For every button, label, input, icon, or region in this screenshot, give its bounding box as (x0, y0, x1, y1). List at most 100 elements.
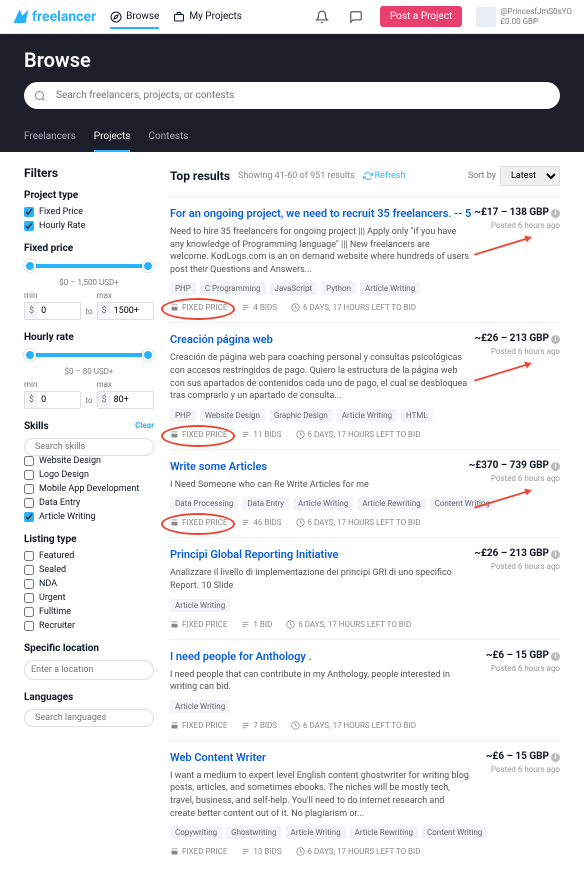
listing-fulltime[interactable]: Fulltime (24, 607, 154, 617)
nav-myprojects[interactable]: My Projects (173, 11, 242, 23)
posted-time: Posted 6 hours ago (491, 221, 560, 230)
skill-data entry[interactable]: Data Entry (24, 498, 154, 508)
tag[interactable]: PHP (170, 409, 196, 422)
tag[interactable]: Content Writing (422, 826, 487, 839)
project-card[interactable]: Web Content Writer ~£6 – 15 GBPi Posted … (170, 740, 560, 866)
listing-sealed[interactable]: Sealed (24, 565, 154, 575)
location-input[interactable] (24, 660, 154, 680)
chk-fixed[interactable]: Fixed Price (24, 207, 154, 217)
project-price: ~£6 – 15 GBPi (486, 650, 560, 661)
posted-time: Posted 6 hours ago (491, 562, 560, 571)
project-card[interactable]: Write some Articles ~£370 – 739 GBPi Pos… (170, 449, 560, 538)
info-icon[interactable]: i (551, 209, 560, 218)
listing-featured[interactable]: Featured (24, 551, 154, 561)
skill-logo design[interactable]: Logo Design (24, 470, 154, 480)
time-left: 6 DAYS, 17 HOURS LEFT TO BID (291, 721, 416, 730)
fixed-max-input[interactable] (111, 303, 153, 319)
listing-nda[interactable]: NDA (24, 579, 154, 589)
skills-search[interactable] (24, 438, 154, 456)
tab-contests[interactable]: Contests (148, 123, 188, 152)
bell-icon[interactable] (312, 7, 332, 27)
tag[interactable]: Article Writing (360, 282, 420, 295)
hourly-min-input[interactable] (38, 392, 80, 408)
bids-count: 11 BIDS (241, 430, 281, 439)
info-icon[interactable]: i (551, 462, 560, 471)
info-icon[interactable]: i (551, 335, 560, 344)
tag[interactable]: Copywriting (170, 826, 222, 839)
tag[interactable]: Ghostwriting (226, 826, 281, 839)
hourly-max-input[interactable] (111, 392, 153, 408)
tag[interactable]: Article Writing (170, 599, 230, 612)
page-title: Browse (24, 48, 560, 72)
info-icon[interactable]: i (551, 652, 560, 661)
tag[interactable]: Website Design (200, 409, 265, 422)
project-price: ~£6 – 15 GBPi (486, 751, 560, 762)
logo[interactable]: freelancer (12, 8, 96, 26)
post-project-button[interactable]: Post a Project (380, 6, 462, 27)
nav-browse[interactable]: Browse (110, 11, 159, 29)
time-left: 6 DAYS, 17 HOURS LEFT TO BID (296, 847, 421, 856)
skill-mobile app development[interactable]: Mobile App Development (24, 484, 154, 494)
tag[interactable]: Article Rewriting (350, 826, 418, 839)
hourly-slider[interactable] (28, 353, 150, 357)
listing-recruiter[interactable]: Recruiter (24, 621, 154, 631)
tag[interactable]: Data Processing (170, 497, 238, 510)
project-card[interactable]: For an ongoing project, we need to recru… (170, 196, 560, 322)
user-menu[interactable]: @PrincesfJmS0sYO £0.00 GBP (476, 7, 572, 27)
tag[interactable]: Article Writing (293, 497, 353, 510)
price-type: FIXED PRICE (170, 721, 227, 730)
hero: Browse (0, 34, 584, 123)
price-type: FIXED PRICE (170, 847, 227, 856)
search-bar[interactable] (24, 82, 560, 109)
time-left: 6 DAYS, 17 HOURS LEFT TO BID (296, 518, 421, 527)
filters-panel: Filters Project type Fixed Price Hourly … (24, 166, 154, 866)
project-card[interactable]: I need people for Anthology . ~£6 – 15 G… (170, 639, 560, 740)
project-price: ~£26 – 213 GBPi (474, 333, 560, 344)
time-left: 6 DAYS, 17 HOURS LEFT TO BID (296, 430, 421, 439)
tag[interactable]: Graphic Design (269, 409, 333, 422)
fixed-min-input[interactable] (38, 303, 80, 319)
tag[interactable]: Article Writing (285, 826, 345, 839)
bids-count: 7 BIDS (241, 721, 277, 730)
project-price: ~£370 – 739 GBPi (469, 460, 560, 471)
search-input[interactable] (52, 86, 550, 105)
posted-time: Posted 6 hours ago (491, 765, 560, 774)
chat-icon[interactable] (346, 7, 366, 27)
chk-hourly[interactable]: Hourly Rate (24, 221, 154, 231)
tag[interactable]: Content Writing (430, 497, 495, 510)
tag[interactable]: Article Writing (337, 409, 397, 422)
tag[interactable]: JavaScript (270, 282, 318, 295)
skill-website design[interactable]: Website Design (24, 456, 154, 466)
info-icon[interactable]: i (551, 550, 560, 559)
tab-projects[interactable]: Projects (94, 123, 131, 152)
project-card[interactable]: Principi Global Reporting Initiative ~£2… (170, 537, 560, 638)
project-desc: I want a medium to expert level English … (170, 770, 560, 820)
refresh-button[interactable]: Refresh (363, 171, 406, 181)
lang-search[interactable] (24, 709, 154, 727)
tag[interactable]: Article Rewriting (357, 497, 425, 510)
tag[interactable]: Python (321, 282, 356, 295)
results: Top results Showing 41-60 of 951 results… (170, 166, 560, 866)
info-icon[interactable]: i (551, 753, 560, 762)
bids-count: 4 BIDS (241, 303, 277, 312)
bids-count: 46 BIDS (241, 518, 281, 527)
clear-skills[interactable]: Clear (135, 421, 154, 430)
fixed-slider[interactable] (28, 264, 150, 268)
skill-article writing[interactable]: Article Writing (24, 512, 154, 522)
price-type: FIXED PRICE (170, 430, 227, 439)
tab-freelancers[interactable]: Freelancers (24, 123, 76, 152)
listing-urgent[interactable]: Urgent (24, 593, 154, 603)
tag[interactable]: PHP (170, 282, 196, 295)
posted-time: Posted 6 hours ago (491, 347, 560, 356)
tag[interactable]: C Programming (200, 282, 266, 295)
tag[interactable]: Article Writing (170, 700, 230, 713)
sort-select[interactable]: Latest (500, 166, 560, 186)
project-card[interactable]: Creación página web ~£26 – 213 GBPi Post… (170, 322, 560, 448)
tag[interactable]: Data Entry (242, 497, 289, 510)
posted-time: Posted 6 hours ago (491, 664, 560, 673)
results-title: Top results (170, 169, 230, 183)
tag[interactable]: HTML (401, 409, 433, 422)
time-left: 6 DAYS, 17 HOURS LEFT TO BID (291, 303, 416, 312)
project-price: ~£26 – 213 GBPi (474, 548, 560, 559)
topbar: freelancer Browse My Projects Post a Pro… (0, 0, 584, 34)
